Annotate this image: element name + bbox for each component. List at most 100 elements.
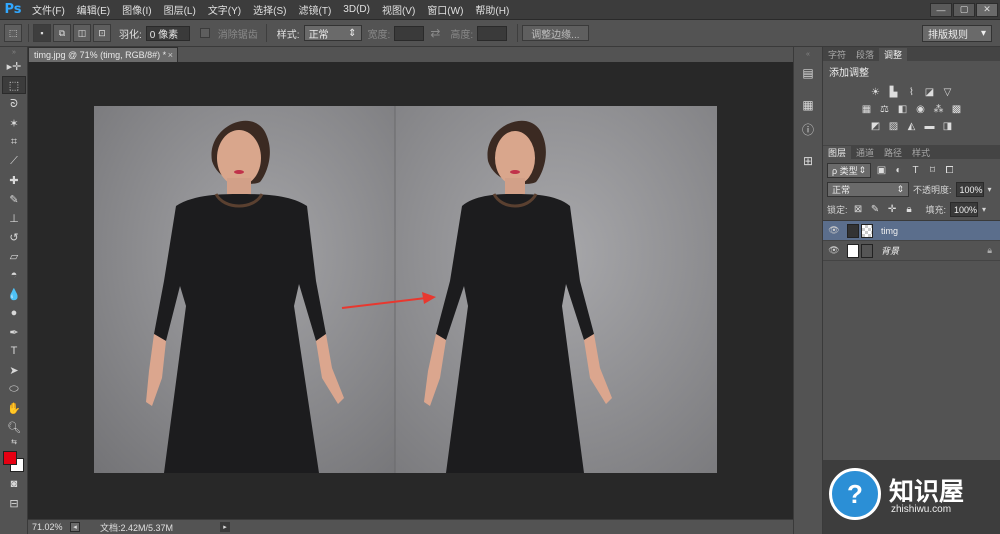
blend-mode-select[interactable]: 正常 ⇕ bbox=[827, 182, 909, 197]
layer-name[interactable]: timg bbox=[881, 226, 898, 236]
black-white-icon[interactable]: ◧ bbox=[896, 103, 909, 116]
navigator-panel-icon[interactable]: ⊞ bbox=[798, 151, 818, 171]
clone-stamp-tool-icon[interactable]: ⊥ bbox=[2, 209, 26, 227]
invert-icon[interactable]: ◩ bbox=[869, 120, 882, 133]
blur-tool-icon[interactable]: 💧 bbox=[2, 285, 26, 303]
ellipse-tool-icon[interactable]: ⬭ bbox=[2, 380, 26, 398]
export-icon[interactable]: ◂ bbox=[70, 522, 80, 532]
close-tab-icon[interactable]: × bbox=[168, 50, 173, 60]
posterize-icon[interactable]: ▨ bbox=[887, 120, 900, 133]
antialias-checkbox[interactable] bbox=[199, 28, 210, 38]
hue-saturation-icon[interactable]: ▦ bbox=[860, 103, 873, 116]
exposure-icon[interactable]: ◪ bbox=[923, 86, 936, 99]
photo-filter-icon[interactable]: ◉ bbox=[914, 103, 927, 116]
move-tool-icon[interactable]: ▸✛ bbox=[2, 57, 26, 75]
hand-tool-icon[interactable]: ✋ bbox=[2, 399, 26, 417]
swap-colors-icon[interactable]: ⇆ bbox=[2, 437, 26, 447]
history-brush-tool-icon[interactable]: ↺ bbox=[2, 228, 26, 246]
visibility-eye-icon[interactable]: 👁︎ bbox=[827, 245, 841, 256]
intersect-selection-icon[interactable]: ⊡ bbox=[93, 24, 111, 42]
add-selection-icon[interactable]: ⧉ bbox=[53, 24, 71, 42]
foreground-color-swatch[interactable] bbox=[3, 451, 17, 465]
document-tab[interactable]: timg.jpg @ 71% (timg, RGB/8#) * × bbox=[28, 47, 178, 62]
layer-row[interactable]: 👁︎ 背景 🔒︎ bbox=[823, 241, 1000, 261]
menu-filter[interactable]: 滤镜(T) bbox=[293, 2, 338, 17]
menu-view[interactable]: 视图(V) bbox=[376, 2, 421, 17]
brush-settings-icon[interactable]: ▦ bbox=[798, 95, 818, 115]
color-lookup-icon[interactable]: ▩ bbox=[950, 103, 963, 116]
minimize-button[interactable]: — bbox=[930, 2, 952, 17]
opacity-input[interactable]: 100% bbox=[955, 182, 984, 197]
pen-tool-icon[interactable]: ✒ bbox=[2, 323, 26, 341]
lock-all-icon[interactable]: 🔒︎ bbox=[903, 203, 916, 216]
subtract-selection-icon[interactable]: ◫ bbox=[73, 24, 91, 42]
tab-character[interactable]: 字符 bbox=[823, 48, 851, 61]
healing-brush-tool-icon[interactable]: ✚ bbox=[2, 171, 26, 189]
feather-input[interactable]: 0 像素 bbox=[145, 25, 190, 41]
panel-grip-icon[interactable]: » bbox=[2, 48, 26, 56]
type-tool-icon[interactable]: T bbox=[2, 342, 26, 360]
menu-type[interactable]: 文字(Y) bbox=[202, 2, 247, 17]
selective-color-icon[interactable]: ◨ bbox=[941, 120, 954, 133]
screen-mode-icon[interactable]: ⊟ bbox=[2, 494, 26, 512]
layer-name[interactable]: 背景 bbox=[881, 244, 899, 257]
menu-window[interactable]: 窗口(W) bbox=[421, 2, 469, 17]
pixel-filter-icon[interactable]: ▣ bbox=[875, 164, 888, 177]
eraser-tool-icon[interactable]: ▱ bbox=[2, 247, 26, 265]
new-selection-icon[interactable]: ▪ bbox=[33, 24, 51, 42]
zoom-tool-icon[interactable]: 🔍︎ bbox=[2, 418, 26, 436]
document-image[interactable] bbox=[94, 106, 717, 473]
type-filter-icon[interactable]: T bbox=[909, 164, 922, 177]
lock-position-icon[interactable]: ✛ bbox=[886, 203, 899, 216]
color-balance-icon[interactable]: ⚖ bbox=[878, 103, 891, 116]
menu-3d[interactable]: 3D(D) bbox=[337, 4, 376, 15]
gradient-map-icon[interactable]: ▬ bbox=[923, 120, 936, 133]
eyedropper-tool-icon[interactable]: ⟋ bbox=[2, 152, 26, 170]
marquee-preset-icon[interactable]: ⬚ bbox=[4, 24, 22, 42]
menu-layer[interactable]: 图层(L) bbox=[158, 2, 202, 17]
lasso-tool-icon[interactable]: ᘐ bbox=[2, 95, 26, 113]
path-select-tool-icon[interactable]: ➤ bbox=[2, 361, 26, 379]
shape-filter-icon[interactable]: ⌑ bbox=[926, 164, 939, 177]
layer-row[interactable]: 👁︎ timg bbox=[823, 221, 1000, 241]
visibility-eye-icon[interactable]: 👁︎ bbox=[827, 225, 841, 236]
menu-help[interactable]: 帮助(H) bbox=[469, 2, 515, 17]
threshold-icon[interactable]: ◭ bbox=[905, 120, 918, 133]
tab-paths[interactable]: 路径 bbox=[879, 146, 907, 159]
tab-channels[interactable]: 通道 bbox=[851, 146, 879, 159]
refine-edge-button[interactable]: 调整边缘... bbox=[522, 25, 589, 41]
info-panel-icon[interactable]: ⓘ bbox=[798, 119, 818, 139]
brush-tool-icon[interactable]: ✎ bbox=[2, 190, 26, 208]
quick-mask-icon[interactable]: ◙ bbox=[2, 475, 26, 493]
lock-pixels-icon[interactable]: ✎ bbox=[869, 203, 882, 216]
menu-edit[interactable]: 编辑(E) bbox=[71, 2, 116, 17]
menu-select[interactable]: 选择(S) bbox=[247, 2, 292, 17]
crop-tool-icon[interactable]: ⌗ bbox=[2, 133, 26, 151]
menu-image[interactable]: 图像(I) bbox=[116, 2, 157, 17]
channel-mixer-icon[interactable]: ⁂ bbox=[932, 103, 945, 116]
height-input[interactable] bbox=[477, 25, 508, 41]
workspace-select[interactable]: 排版规则 ▾ bbox=[922, 24, 992, 42]
close-button[interactable]: ✕ bbox=[976, 2, 998, 17]
history-panel-icon[interactable]: ▤ bbox=[798, 63, 818, 83]
layer-filter-select[interactable]: ρ 类型 ⇕ bbox=[827, 163, 871, 178]
maximize-button[interactable]: ▢ bbox=[953, 2, 975, 17]
vibrance-icon[interactable]: ▽ bbox=[941, 86, 954, 99]
fill-input[interactable]: 100% bbox=[950, 202, 979, 217]
tab-adjustments[interactable]: 调整 bbox=[879, 48, 908, 61]
curves-icon[interactable]: ⌇ bbox=[905, 86, 918, 99]
width-input[interactable] bbox=[394, 25, 425, 41]
status-menu-arrow-icon[interactable]: ▸ bbox=[220, 522, 230, 532]
adjustment-filter-icon[interactable]: ◐ bbox=[892, 164, 905, 177]
swap-icon[interactable]: ⇄ bbox=[430, 26, 440, 40]
tab-paragraph[interactable]: 段落 bbox=[851, 48, 879, 61]
opacity-arrow-icon[interactable]: ▾ bbox=[988, 185, 992, 194]
fill-arrow-icon[interactable]: ▾ bbox=[982, 205, 986, 214]
magic-wand-tool-icon[interactable]: ✶ bbox=[2, 114, 26, 132]
panel-grip-icon[interactable]: « bbox=[798, 49, 818, 59]
tab-styles[interactable]: 样式 bbox=[907, 146, 935, 159]
lock-transparent-icon[interactable]: ⊠ bbox=[852, 203, 865, 216]
menu-file[interactable]: 文件(F) bbox=[26, 2, 71, 17]
brightness-icon[interactable]: ☀ bbox=[869, 86, 882, 99]
smart-object-filter-icon[interactable]: ⧠ bbox=[943, 164, 956, 177]
